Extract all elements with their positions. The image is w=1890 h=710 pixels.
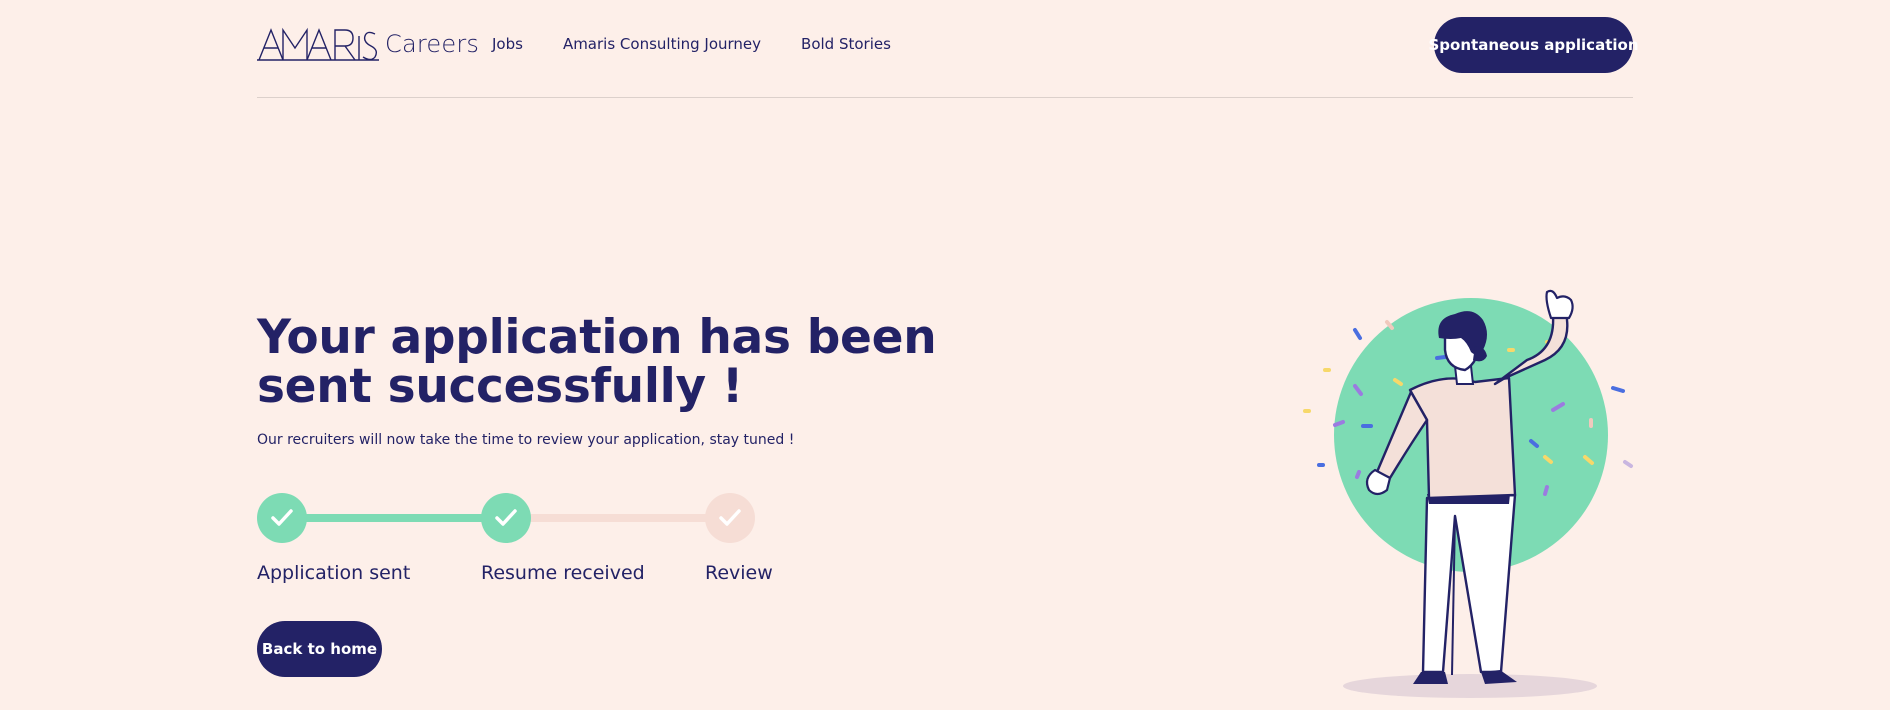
nav-amaris-consulting-journey[interactable]: Amaris Consulting Journey (563, 35, 761, 53)
site-header: Careers Jobs Amaris Consulting Journey B… (257, 0, 1639, 98)
page-subtitle: Our recruiters will now take the time to… (257, 432, 795, 448)
step-label-resume-received: Resume received (481, 562, 645, 584)
logo-careers-text: Careers (385, 30, 480, 58)
step-label-application-sent: Application sent (257, 562, 411, 584)
progress-track-pending (506, 514, 730, 522)
check-icon (271, 509, 293, 526)
back-to-home-button[interactable]: Back to home (257, 621, 382, 677)
check-icon (495, 509, 517, 526)
step-dot-review (705, 493, 755, 543)
spontaneous-application-button[interactable]: Spontaneous application (1429, 17, 1639, 73)
progress-track-completed (282, 514, 506, 522)
page-title: Your application has been sent successfu… (257, 310, 937, 414)
progress-steps: Application sent Resume received Review (257, 493, 817, 593)
nav-jobs[interactable]: Jobs (492, 35, 523, 53)
celebration-illustration (1303, 289, 1633, 698)
step-dot-resume-received (481, 493, 531, 543)
step-label-review: Review (705, 562, 773, 584)
check-icon (719, 509, 741, 526)
nav-bold-stories[interactable]: Bold Stories (801, 35, 891, 53)
amaris-logo-icon (257, 27, 379, 61)
main-nav: Jobs Amaris Consulting Journey Bold Stor… (492, 35, 931, 53)
step-dot-application-sent (257, 493, 307, 543)
logo[interactable]: Careers (257, 25, 479, 63)
